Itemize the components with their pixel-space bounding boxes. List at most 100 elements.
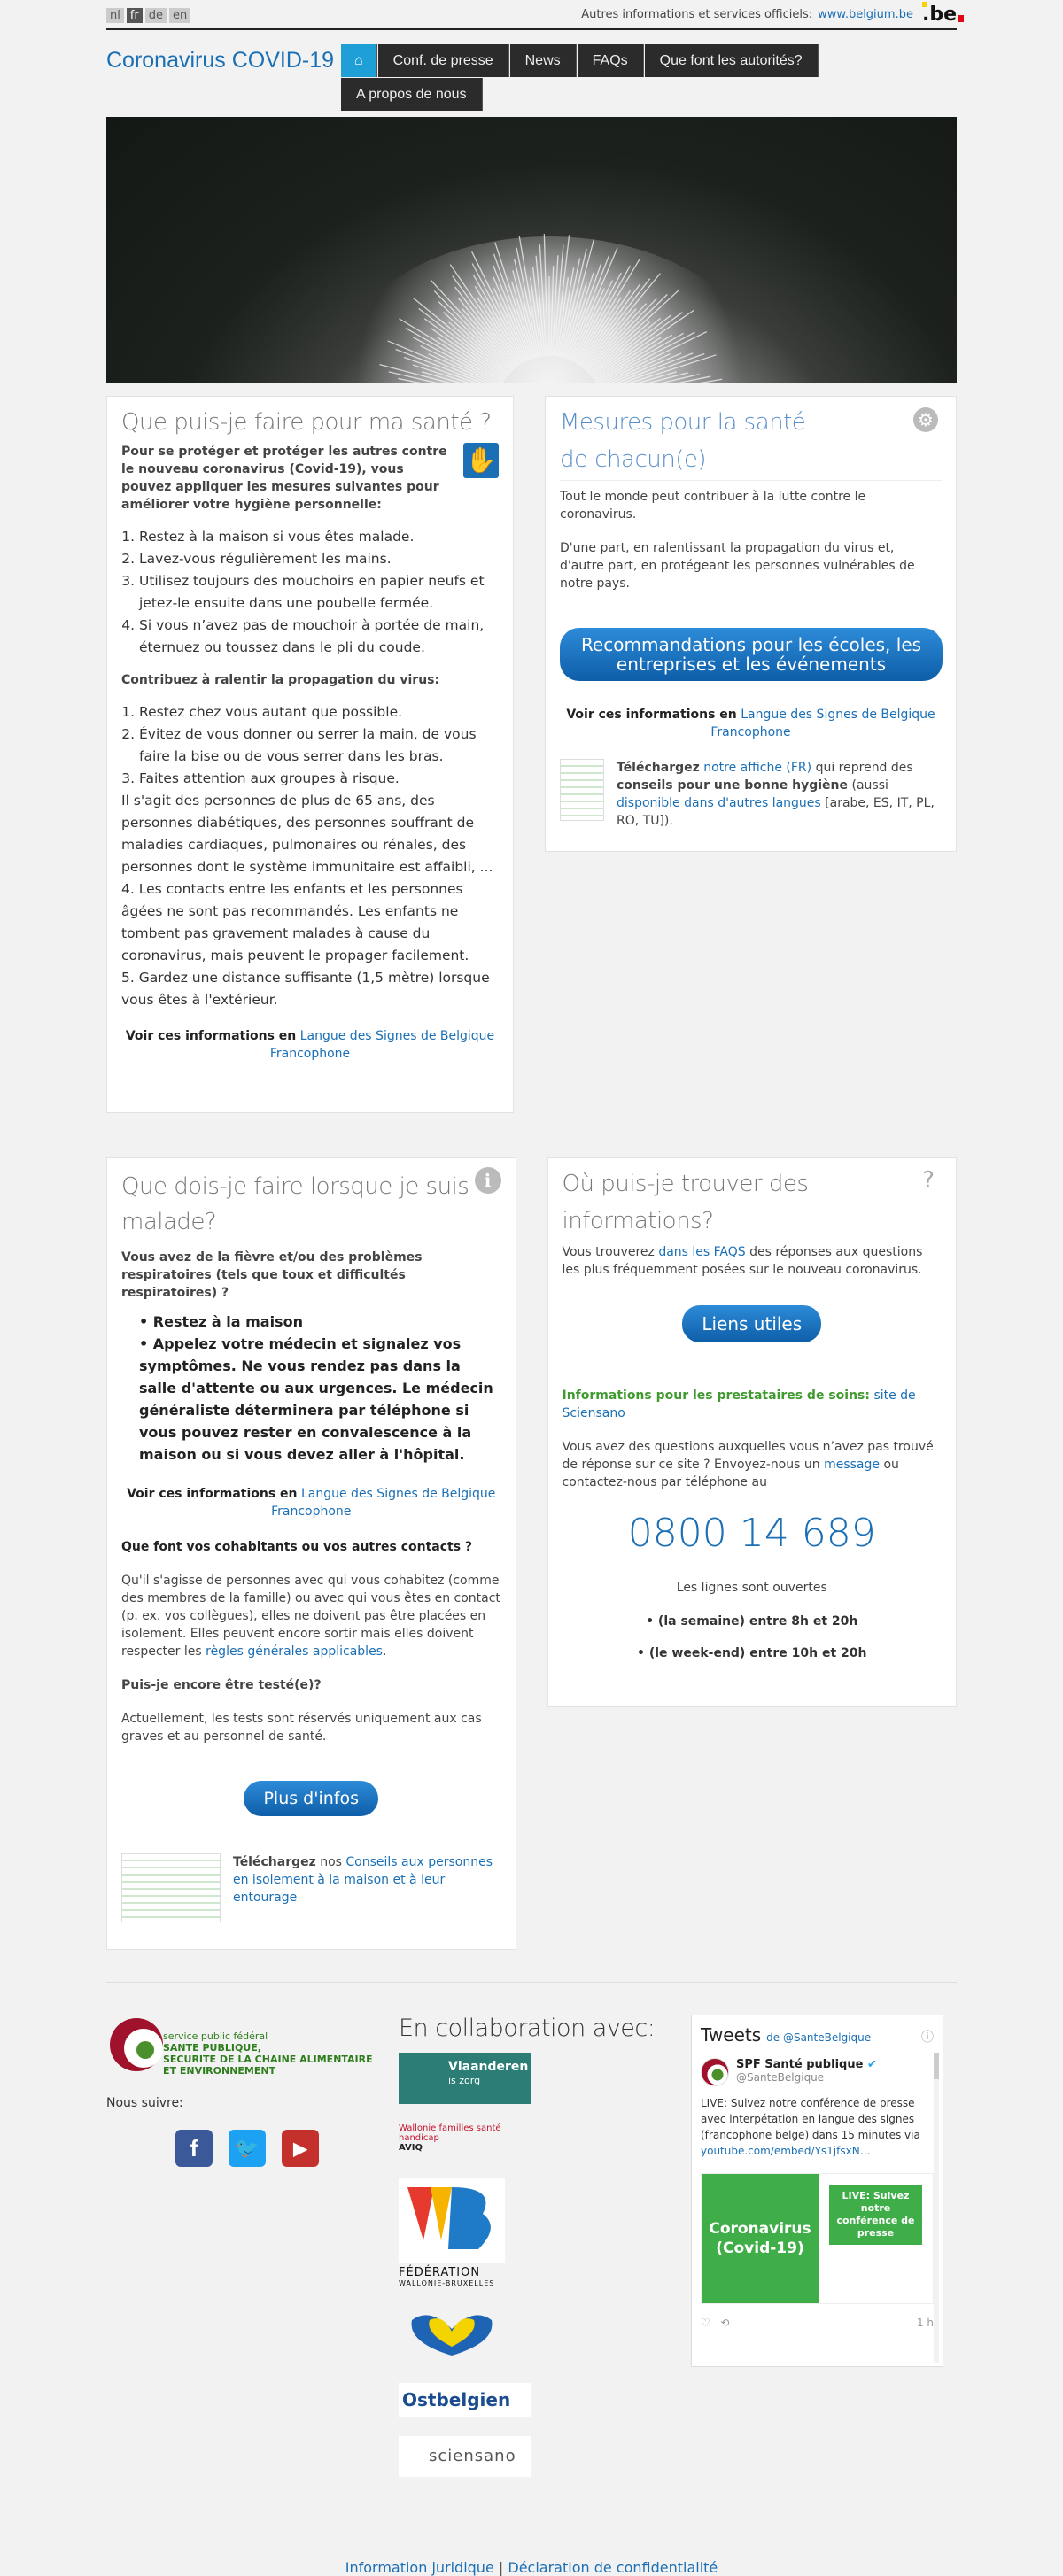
lang-fr[interactable]: fr bbox=[126, 7, 143, 23]
belgium-link[interactable]: www.belgium.be bbox=[818, 8, 913, 21]
dl-mid: qui reprend des bbox=[815, 761, 913, 775]
top-bar: nl fr de en Autres informations et servi… bbox=[106, 0, 964, 30]
logo-text: WALLONIE-BRUXELLES bbox=[399, 2279, 495, 2287]
list-text: Restez à la maison bbox=[152, 1313, 303, 1330]
measures-p2: D'une part, en ralentissant la propagati… bbox=[560, 541, 915, 591]
info-icon[interactable]: ⓘ bbox=[921, 2028, 934, 2046]
message-link[interactable]: message bbox=[824, 1458, 880, 1472]
logo-text: Vlaanderen bbox=[448, 2060, 529, 2074]
dl-bold: Téléchargez bbox=[233, 1855, 316, 1869]
dl-bold2: conseils pour une bonne hygiène bbox=[617, 778, 849, 793]
lsb-prefix: Voir ces informations en bbox=[127, 1487, 298, 1501]
be-logo-text: .be bbox=[921, 3, 957, 26]
lang-nl[interactable]: nl bbox=[106, 7, 124, 23]
lsb-link[interactable]: Langue des Signes de Belgique Francophon… bbox=[271, 1487, 495, 1519]
list-item: Évitez de vous donner ou serrer la main,… bbox=[139, 723, 499, 768]
recommendations-button[interactable]: Recommandations pour les écoles, les ent… bbox=[560, 628, 943, 681]
avatar[interactable] bbox=[701, 2058, 729, 2086]
nav-faqs[interactable]: FAQs bbox=[577, 44, 644, 77]
tweets-by-link[interactable]: de @SanteBelgique bbox=[766, 2031, 871, 2044]
useful-links-button[interactable]: Liens utiles bbox=[682, 1305, 822, 1342]
spf-logo[interactable]: service public fédéral SANTE PUBLIQUE, S… bbox=[106, 2015, 399, 2077]
separator: | bbox=[498, 2559, 504, 2576]
like-icon[interactable]: ♡ ⟲ bbox=[701, 2317, 729, 2329]
isolation-thumbnail[interactable] bbox=[121, 1853, 221, 1922]
hours-week: • (la semaine) entre 8h et 20h bbox=[646, 1614, 858, 1628]
dl-mid: nos bbox=[320, 1855, 342, 1869]
vlaanderen-logo[interactable]: Vlaanderen is zorg bbox=[399, 2053, 532, 2104]
spf-line: ET ENVIRONNEMENT bbox=[163, 2065, 276, 2077]
health-intro: Pour se protéger et protéger les autres … bbox=[121, 445, 447, 512]
list-number: 4. bbox=[121, 881, 135, 897]
header: Coronavirus COVID-19 ⌂ Conf. de presse N… bbox=[106, 30, 957, 117]
dl-bold: Téléchargez bbox=[617, 761, 700, 775]
other-languages-link[interactable]: disponible dans d'autres langues bbox=[617, 796, 821, 810]
fwb-emblem-icon bbox=[399, 2178, 505, 2263]
faq-text: Vous trouverez dans les FAQS des réponse… bbox=[563, 1243, 943, 1279]
list-item: • Restez à la maison bbox=[139, 1313, 303, 1330]
page: nl fr de en Autres informations et servi… bbox=[106, 0, 964, 2576]
social-links: f 🐦 ▶ bbox=[175, 2130, 399, 2167]
fwb-logo[interactable]: FÉDÉRATION WALLONIE-BRUXELLES bbox=[399, 2178, 505, 2287]
card-sick: Que dois-je faire lorsque je suis malade… bbox=[106, 1157, 516, 1950]
sign-language-icon[interactable]: ✋ bbox=[463, 443, 499, 478]
question-icon: ? bbox=[922, 1167, 935, 1194]
nav-about[interactable]: A propos de nous bbox=[341, 78, 483, 111]
twitter-icon[interactable]: 🐦 bbox=[229, 2130, 266, 2167]
tweet-actions: ♡ ⟲ 1 h bbox=[701, 2317, 934, 2329]
faq-link[interactable]: dans les FAQS bbox=[658, 1245, 745, 1259]
spread-subtitle: Contribuez à ralentir la propagation du … bbox=[121, 673, 440, 687]
poster-thumbnail[interactable] bbox=[560, 759, 604, 821]
lang-en[interactable]: en bbox=[169, 7, 191, 23]
spf-block: service public fédéral SANTE PUBLIQUE, S… bbox=[106, 2015, 399, 2496]
legal-links: Information juridique | Déclaration de c… bbox=[106, 2541, 957, 2576]
tweet-image[interactable]: Coronavirus (Covid-19) LIVE: Suivez notr… bbox=[701, 2173, 934, 2304]
stethoscope-icon: ℹ bbox=[474, 1167, 501, 1194]
card-measures-title: Mesures pour la santé de chacun(e) bbox=[560, 409, 806, 473]
general-rules-link[interactable]: règles générales applicables bbox=[206, 1644, 383, 1659]
list-item: Utilisez toujours des mouchoirs en papie… bbox=[139, 570, 499, 615]
list-text: Gardez une distance suffisante (1,5 mètr… bbox=[121, 970, 490, 1008]
privacy-link[interactable]: Déclaration de confidentialité bbox=[508, 2559, 718, 2576]
aviq-logo[interactable]: Wallonie familles santé handicap AVIQ bbox=[399, 2123, 532, 2159]
youtube-icon[interactable]: ▶ bbox=[282, 2130, 319, 2167]
lang-de[interactable]: de bbox=[144, 7, 167, 23]
main-nav: ⌂ Conf. de presse News FAQs Que font les… bbox=[341, 44, 873, 117]
sciensano-logo[interactable]: sciensano bbox=[399, 2436, 532, 2477]
language-switcher: nl fr de en bbox=[106, 7, 191, 23]
brussels-iris-logo[interactable] bbox=[399, 2307, 691, 2363]
list-item: Restez chez vous autant que possible. bbox=[139, 701, 499, 723]
test-title: Puis-je encore être testé(e)? bbox=[121, 1678, 322, 1692]
poster-link[interactable]: notre affiche (FR) bbox=[703, 761, 811, 775]
site-title[interactable]: Coronavirus COVID-19 bbox=[106, 44, 341, 117]
list-item: Faites attention aux groupes à risque. bbox=[139, 768, 499, 790]
legal-info-link[interactable]: Information juridique bbox=[345, 2559, 494, 2576]
measures-list: Restez chez vous autant que possible. Év… bbox=[121, 701, 499, 790]
logo-text: AVIQ bbox=[399, 2143, 423, 2153]
facebook-icon[interactable]: f bbox=[175, 2130, 213, 2167]
card-health: Que puis-je faire pour ma santé ? ✋ Pour… bbox=[106, 396, 514, 1113]
home-icon[interactable]: ⌂ bbox=[341, 44, 377, 77]
be-logo[interactable]: .be bbox=[921, 1, 964, 26]
lsb-link[interactable]: Langue des Signes de Belgique Francophon… bbox=[710, 708, 935, 739]
hero-image-dandelion bbox=[106, 117, 957, 383]
measures-p1: Tout le monde peut contribuer à la lutte… bbox=[560, 490, 866, 522]
list-text: Les contacts entre les enfants et les pe… bbox=[121, 881, 469, 963]
nav-news[interactable]: News bbox=[509, 44, 577, 77]
footer: service public fédéral SANTE PUBLIQUE, S… bbox=[106, 2015, 957, 2496]
collab-title: En collaboration avec: bbox=[399, 2015, 656, 2042]
spf-emblem-icon bbox=[110, 2018, 163, 2071]
tweet-link[interactable]: youtube.com/embed/Ys1jfsxN… bbox=[701, 2145, 871, 2157]
nav-press-conf[interactable]: Conf. de presse bbox=[377, 44, 509, 77]
nav-authorities[interactable]: Que font les autorités? bbox=[644, 44, 819, 77]
list-item: Si vous n’avez pas de mouchoir à portée … bbox=[139, 615, 499, 659]
tweet-text: LIVE: Suivez notre conférence de presse … bbox=[701, 2095, 934, 2159]
lsb-link[interactable]: Langue des Signes de Belgique Francophon… bbox=[270, 1029, 494, 1061]
more-info-button[interactable]: Plus d'infos bbox=[244, 1781, 379, 1816]
card-health-title: Que puis-je faire pour ma santé ? bbox=[121, 409, 492, 436]
phone-number[interactable]: 0800 14 689 bbox=[563, 1511, 943, 1556]
scrollbar[interactable] bbox=[934, 2053, 939, 2363]
ostbelgien-logo[interactable]: Ostbelgien bbox=[399, 2383, 532, 2417]
tweet-image-right: LIVE: Suivez notre conférence de presse bbox=[829, 2185, 922, 2245]
spf-line: service public fédéral bbox=[163, 2031, 268, 2042]
